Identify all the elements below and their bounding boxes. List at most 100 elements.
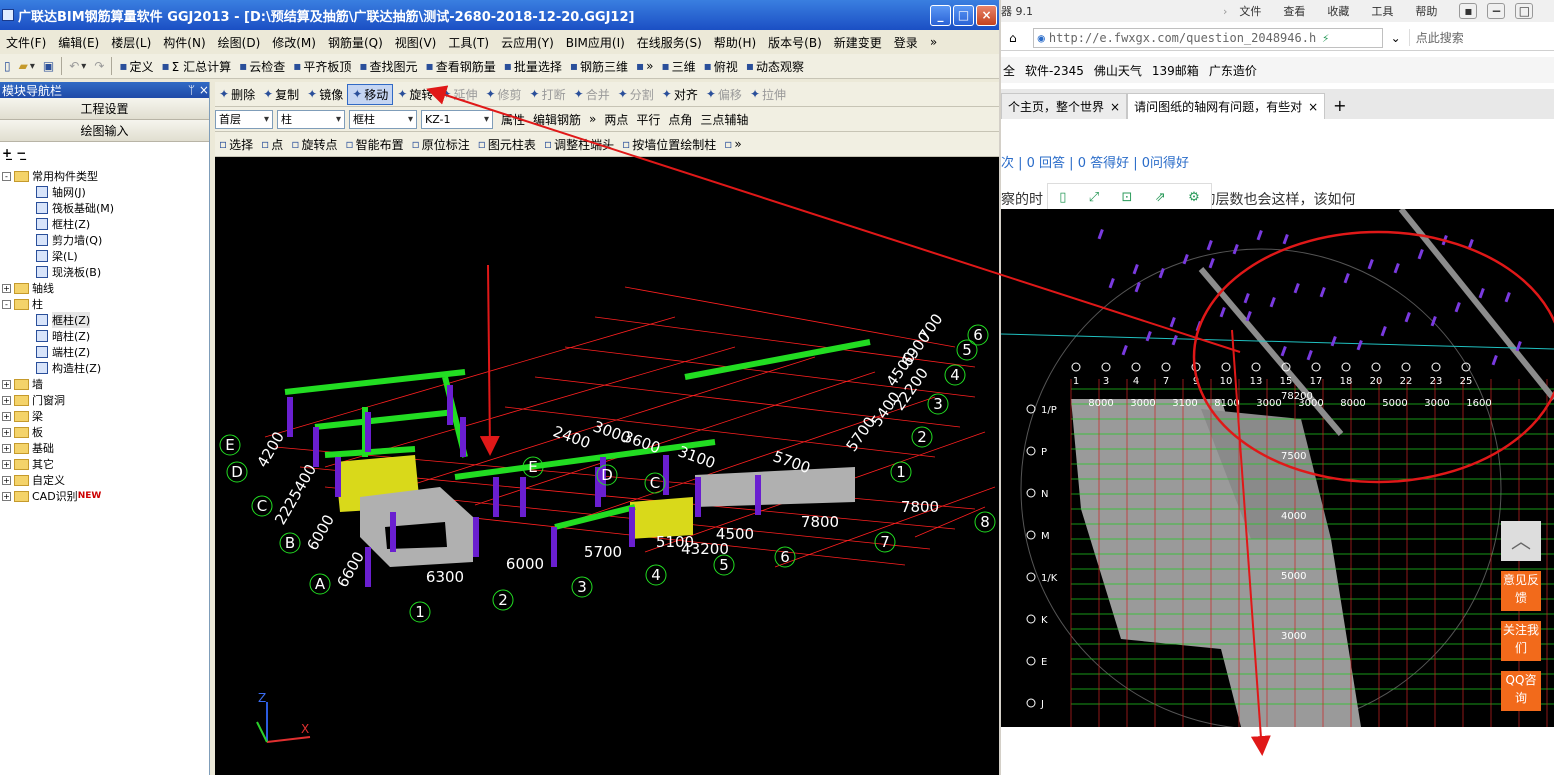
drawing-input-button[interactable]: 绘图输入 (0, 120, 209, 142)
tree-item-15[interactable]: + 梁 (0, 408, 209, 424)
tree-item-17[interactable]: + 基础 (0, 440, 209, 456)
toolbar3-button-4[interactable]: 平行 (632, 109, 664, 130)
nav-pin-close[interactable]: ᛘ × (188, 83, 209, 97)
model-canvas[interactable]: 12345 678EDCBA123456630060005700 432005100… (215, 157, 999, 775)
tree-item-7[interactable]: + 轴线 (0, 280, 209, 296)
toolbar1-button-2[interactable]: ▪ 云检查 (235, 56, 289, 77)
tree-item-19[interactable]: + 自定义 (0, 472, 209, 488)
tree-item-3[interactable]: 框柱(Z) (0, 216, 209, 232)
menu-item-9[interactable]: 云应用(Y) (495, 34, 560, 51)
url-input[interactable]: ◉ http://e.fwxgx.com/question_2048946.h … (1032, 27, 1383, 48)
toolbar3-button-2[interactable]: » (585, 109, 600, 130)
toolbar4-button-6[interactable]: ▫ 调整柱端头 (540, 134, 618, 155)
name-select[interactable]: KZ-1 ▾ (421, 109, 493, 129)
toolbar1-button-7[interactable]: ▪ 钢筋三维 (566, 56, 632, 77)
image-tool-icon-3[interactable]: ⇗ (1155, 190, 1166, 205)
toolbar3-button-6[interactable]: 三点辅轴 (696, 109, 752, 130)
toolbar1-button-5[interactable]: ▪ 查看钢筋量 (422, 56, 500, 77)
tree-item-18[interactable]: + 其它 (0, 456, 209, 472)
collapse-all-icon[interactable]: −̲ (16, 146, 26, 160)
toolbar1-button-11[interactable]: ▪ 动态观察 (742, 56, 808, 77)
floor-select[interactable]: 首层 ▾ (215, 109, 273, 129)
image-tool-icon-0[interactable]: ▯ (1059, 190, 1066, 205)
tree-expander-icon[interactable]: + (2, 475, 11, 485)
menu-item-5[interactable]: 修改(M) (266, 34, 322, 51)
minimize-button[interactable]: _ (930, 5, 951, 26)
toolbar1-button-9[interactable]: ▪ 三维 (658, 56, 700, 77)
toolbar2-button-0[interactable]: ✦ 删除 (215, 84, 259, 105)
toolbar2-button-8[interactable]: ✦ 合并 (570, 84, 614, 105)
toolbar4-button-7[interactable]: ▫ 按墙位置绘制柱 (618, 134, 720, 155)
browser-menu-4[interactable]: 帮助 (1415, 3, 1437, 19)
browser-max-button[interactable]: □ (1515, 3, 1534, 19)
tree-expander-icon[interactable]: + (2, 459, 11, 469)
toolbar2-button-6[interactable]: ✦ 修剪 (481, 84, 525, 105)
toolbar2-button-9[interactable]: ✦ 分割 (614, 84, 658, 105)
tree-item-0[interactable]: - 常用构件类型 (0, 168, 209, 184)
image-tool-icon-1[interactable]: ⤢ (1089, 190, 1099, 205)
menu-item-2[interactable]: 楼层(L) (105, 34, 157, 51)
3d-viewport[interactable]: 1 2 3 4 5 6 7 8 E D C B A 1 2 3 4 5 6 6300 6000 5700 43200 5100… (215, 157, 999, 775)
expand-all-icon[interactable]: +̲ (2, 146, 12, 160)
toolbar2-button-12[interactable]: ✦ 拉伸 (746, 84, 790, 105)
tree-item-6[interactable]: 现浇板(B) (0, 264, 209, 280)
tree-item-11[interactable]: 端柱(Z) (0, 344, 209, 360)
menu-item-14[interactable]: 新建变更 (828, 34, 888, 51)
tab-close-icon[interactable]: × (1308, 100, 1318, 114)
toolbar2-button-4[interactable]: ✦ 旋转 (393, 84, 437, 105)
new-tab-icon[interactable]: + (1325, 96, 1354, 119)
browser-menu-1[interactable]: 查看 (1283, 3, 1305, 19)
toolbar2-button-3[interactable]: ✦ 移动 (347, 83, 394, 105)
browser-menu-2[interactable]: 收藏 (1327, 3, 1349, 19)
menu-item-15[interactable]: 登录 (888, 34, 924, 51)
toolbar4-button-8[interactable]: ▫» (720, 134, 745, 155)
tree-expander-icon[interactable]: + (2, 379, 11, 389)
tree-item-10[interactable]: 暗柱(Z) (0, 328, 209, 344)
tree-item-13[interactable]: + 墙 (0, 376, 209, 392)
toolbar3-button-5[interactable]: 点角 (664, 109, 696, 130)
tree-item-20[interactable]: + CAD识别 NEW (0, 488, 209, 504)
undo-icon[interactable]: ↶ ▾ (65, 56, 90, 77)
toolbar3-button-0[interactable]: 属性 (497, 109, 529, 130)
tree-expander-icon[interactable]: - (2, 171, 11, 181)
tree-item-9[interactable]: 框柱(Z) (0, 312, 209, 328)
toolbar2-button-7[interactable]: ✦ 打断 (526, 84, 570, 105)
toolbar1-button-10[interactable]: ▪ 俯视 (700, 56, 742, 77)
maximize-button[interactable]: □ (953, 5, 974, 26)
tree-item-4[interactable]: 剪力墙(Q) (0, 232, 209, 248)
menu-item-1[interactable]: 编辑(E) (52, 34, 105, 51)
menu-item-13[interactable]: 版本号(B) (762, 34, 828, 51)
project-settings-button[interactable]: 工程设置 (0, 98, 209, 120)
toolbar4-button-1[interactable]: ▫ 点 (257, 134, 287, 155)
tree-item-8[interactable]: -柱 (0, 296, 209, 312)
tree-expander-icon[interactable]: - (2, 299, 11, 309)
open-folder-icon[interactable]: ▰ ▾ (15, 56, 39, 77)
menu-item-16[interactable]: » (924, 35, 943, 49)
menu-item-3[interactable]: 构件(N) (157, 34, 211, 51)
toolbar3-button-1[interactable]: 编辑钢筋 (529, 109, 585, 130)
toolbar3-button-3[interactable]: 两点 (600, 109, 632, 130)
menu-item-8[interactable]: 工具(T) (442, 34, 495, 51)
favorite-item-0[interactable]: 全 (1003, 62, 1015, 79)
toolbar4-button-4[interactable]: ▫ 原位标注 (408, 134, 474, 155)
close-button[interactable]: × (976, 5, 997, 26)
home-icon[interactable]: ⌂ (1009, 31, 1017, 45)
search-box[interactable]: 点此搜索 (1408, 29, 1464, 46)
menu-item-4[interactable]: 绘图(D) (212, 34, 267, 51)
toolbar1-button-6[interactable]: ▪ 批量选择 (500, 56, 566, 77)
favorite-item-4[interactable]: 广东造价 (1209, 62, 1257, 79)
toolbar2-button-1[interactable]: ✦ 复制 (259, 84, 303, 105)
toolbar2-button-11[interactable]: ✦ 偏移 (702, 84, 746, 105)
tree-item-1[interactable]: 轴网(J) (0, 184, 209, 200)
menu-item-11[interactable]: 在线服务(S) (631, 34, 708, 51)
tree-expander-icon[interactable]: + (2, 443, 11, 453)
follow-us-button[interactable]: 关注我们 (1501, 621, 1541, 661)
save-icon[interactable]: ▣ (39, 56, 58, 77)
toolbar2-button-2[interactable]: ✦ 镜像 (303, 84, 347, 105)
toolbar4-button-3[interactable]: ▫ 智能布置 (341, 134, 407, 155)
new-file-icon[interactable]: ▯ (0, 56, 15, 77)
qq-consult-button[interactable]: QQ咨询 (1501, 671, 1541, 711)
toolbar1-button-0[interactable]: ▪ 定义 (115, 56, 157, 77)
toolbar1-button-4[interactable]: ▪ 查找图元 (355, 56, 421, 77)
menu-item-12[interactable]: 帮助(H) (708, 34, 762, 51)
